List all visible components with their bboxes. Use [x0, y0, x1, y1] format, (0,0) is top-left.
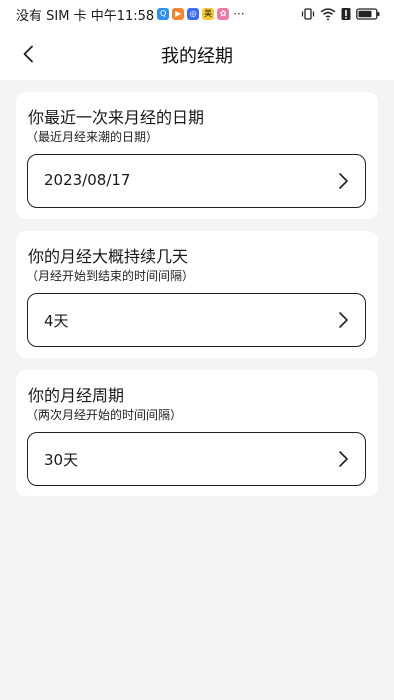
period-duration-selector[interactable]: 4天 [27, 293, 366, 347]
status-left: 没有 SIM 卡 中午11:58 Q ▶ ◎ 美 ✿ ··· [16, 5, 245, 24]
period-duration-value: 4天 [44, 312, 69, 330]
qq-icon: Q [157, 8, 170, 20]
gallery-icon: ✿ [217, 8, 230, 20]
page-title: 我的经期 [161, 46, 233, 67]
chevron-right-icon [339, 173, 348, 189]
meituan-icon: 美 [202, 8, 215, 20]
browser-icon: ◎ [187, 8, 200, 20]
last-period-card: 你最近一次来月经的日期 （最近月经来潮的日期） 2023/08/17 [16, 92, 378, 219]
cycle-length-card: 你的月经周期 （两次月经开始的时间间隔） 30天 [16, 370, 378, 496]
wifi-icon [320, 8, 336, 21]
chevron-right-icon [339, 312, 348, 328]
status-more-icon: ··· [233, 7, 245, 21]
period-duration-card: 你的月经大概持续几天 （月经开始到结束的时间间隔） 4天 [16, 231, 378, 358]
vibrate-icon [301, 8, 315, 20]
last-period-title: 你最近一次来月经的日期 [28, 108, 205, 127]
last-period-date-selector[interactable]: 2023/08/17 [27, 154, 366, 208]
cycle-length-value: 30天 [44, 451, 79, 469]
battery-icon [356, 8, 380, 20]
cycle-length-title: 你的月经周期 [28, 386, 125, 405]
chevron-right-icon [339, 451, 348, 467]
status-right [301, 5, 380, 23]
last-period-subtitle: （最近月经来潮的日期） [26, 130, 159, 144]
status-carrier-time: 没有 SIM 卡 中午11:58 [16, 8, 155, 24]
cycle-length-selector[interactable]: 30天 [27, 432, 366, 486]
alert-icon [341, 8, 351, 20]
period-duration-title: 你的月经大概持续几天 [28, 247, 189, 266]
period-duration-subtitle: （月经开始到结束的时间间隔） [26, 269, 195, 283]
app-header: 我的经期 [0, 28, 394, 80]
video-icon: ▶ [172, 8, 185, 20]
last-period-date-value: 2023/08/17 [44, 171, 131, 189]
status-bar: 没有 SIM 卡 中午11:58 Q ▶ ◎ 美 ✿ ··· [0, 0, 394, 28]
cycle-length-subtitle: （两次月经开始的时间间隔） [26, 408, 183, 422]
